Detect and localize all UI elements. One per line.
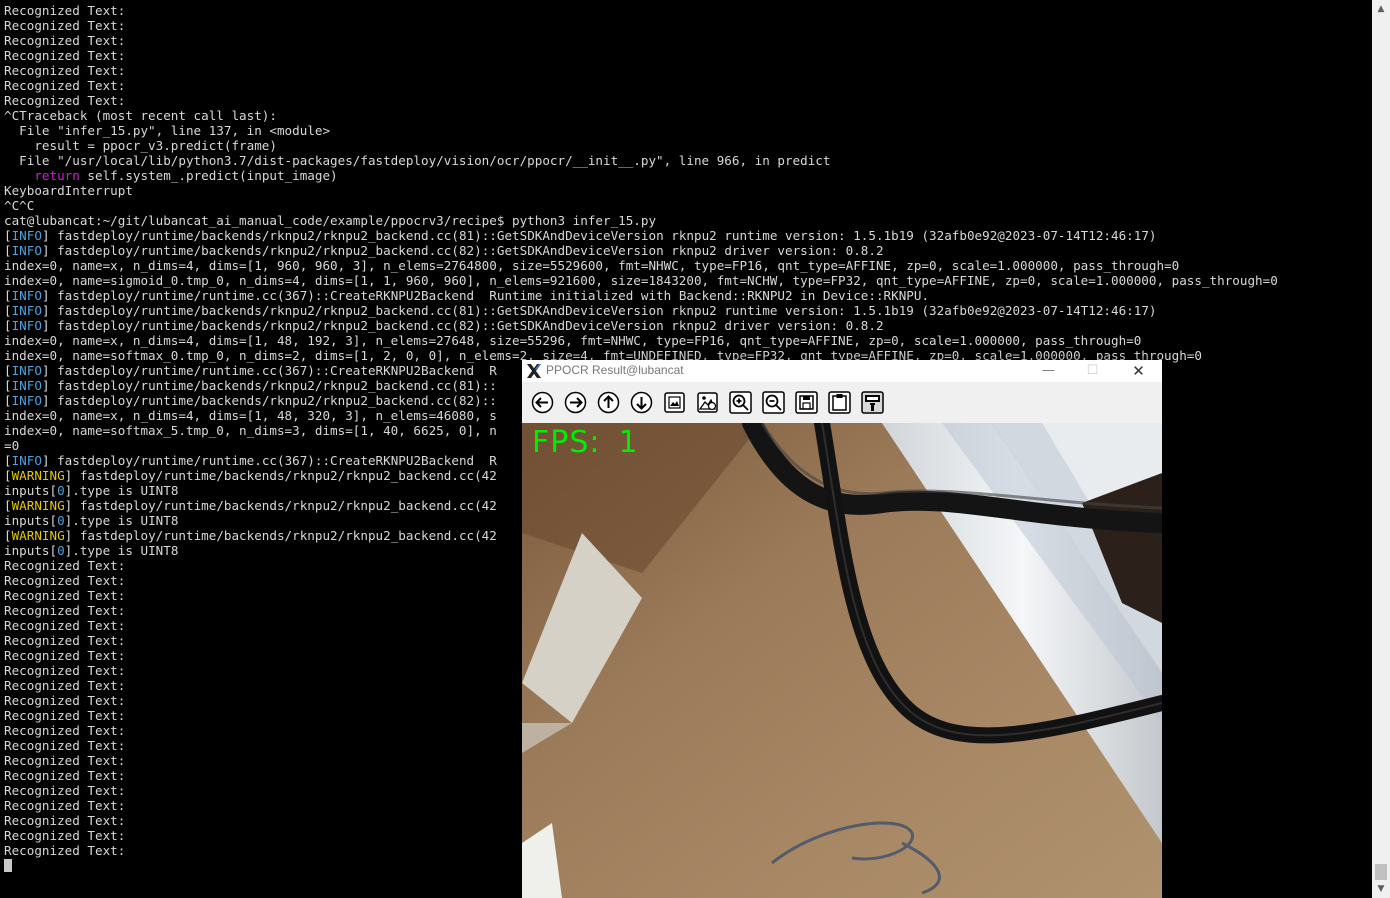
pan-left-button[interactable] <box>531 391 554 414</box>
terminal-line: ^CTraceback (most recent call last): <box>4 108 277 123</box>
clipboard-icon <box>828 391 851 414</box>
terminal-line: Recognized Text: <box>4 3 126 18</box>
terminal-line: [INFO] fastdeploy/runtime/backends/rknpu… <box>4 318 884 333</box>
minimize-button[interactable]: — <box>1026 360 1071 382</box>
properties-button[interactable] <box>861 391 884 414</box>
zoom-out-icon <box>762 391 785 414</box>
terminal-line: return self.system_.predict(input_image) <box>34 168 338 183</box>
scroll-up-icon[interactable]: ▲ <box>1372 0 1390 18</box>
save-icon <box>795 391 818 414</box>
camera-frame-drawing <box>522 423 1162 898</box>
arrow-up-icon <box>597 391 620 414</box>
zoom-original-button[interactable] <box>696 391 719 414</box>
terminal-line: index=0, name=x, n_dims=4, dims=[1, 960,… <box>4 258 1180 273</box>
save-image-button[interactable] <box>795 391 818 414</box>
fps-overlay: FPS: 1 <box>532 425 639 460</box>
zoom-fit-icon <box>664 392 685 413</box>
zoom-in-button[interactable] <box>729 391 752 414</box>
terminal-line: [INFO] fastdeploy/runtime/backends/rknpu… <box>4 243 884 258</box>
arrow-right-icon <box>564 391 587 414</box>
terminal-line: Recognized Text: <box>4 93 126 108</box>
maximize-button[interactable]: ☐ <box>1070 360 1115 382</box>
pan-down-button[interactable] <box>630 391 653 414</box>
terminal-line: Recognized Text: <box>4 33 126 48</box>
zoom-fit-button[interactable] <box>663 391 686 414</box>
terminal-line: [INFO] fastdeploy/runtime/runtime.cc(367… <box>4 288 930 303</box>
terminal-line: ^C^C <box>4 198 35 213</box>
ppocr-result-window[interactable]: PPOCR Result@lubancat — ☐ ✕ FPS: 1 <box>522 360 1162 898</box>
terminal-line: cat@lubancat:~/git/lubancat_ai_manual_co… <box>4 213 657 228</box>
zoom-out-button[interactable] <box>762 391 785 414</box>
terminal-scrollbar[interactable]: ▲ ▼ <box>1372 0 1390 898</box>
properties-icon <box>861 391 884 414</box>
camera-frame-image: FPS: 1 <box>522 423 1162 898</box>
window-titlebar[interactable]: PPOCR Result@lubancat — ☐ ✕ <box>522 360 1162 382</box>
close-button[interactable]: ✕ <box>1116 360 1161 382</box>
terminal-line: [INFO] fastdeploy/runtime/backends/rknpu… <box>4 303 1157 318</box>
fps-label: FPS: <box>532 425 601 460</box>
x11-app-icon <box>527 364 541 378</box>
terminal-line: Recognized Text: <box>4 63 126 78</box>
terminal-line: KeyboardInterrupt <box>4 183 133 198</box>
terminal-line: Recognized Text: <box>4 48 126 63</box>
arrow-down-icon <box>630 391 653 414</box>
terminal-line: [INFO] fastdeploy/runtime/backends/rknpu… <box>4 228 1157 243</box>
terminal-line: Recognized Text: <box>4 78 126 93</box>
arrow-left-icon <box>531 391 554 414</box>
terminal-line: result = ppocr_v3.predict(frame) <box>4 138 277 153</box>
pan-up-button[interactable] <box>597 391 620 414</box>
window-title: PPOCR Result@lubancat <box>546 363 684 377</box>
copy-clipboard-button[interactable] <box>828 391 851 414</box>
terminal-line: File "infer_15.py", line 137, in <module… <box>4 123 331 138</box>
scroll-down-icon[interactable]: ▼ <box>1372 880 1390 898</box>
scroll-thumb[interactable] <box>1375 864 1387 880</box>
terminal-line: Recognized Text: <box>4 18 126 33</box>
viewer-toolbar <box>522 382 1162 423</box>
fps-value: 1 <box>618 425 639 460</box>
terminal-cursor <box>4 859 12 872</box>
terminal-line: File "/usr/local/lib/python3.7/dist-pack… <box>4 153 831 168</box>
zoom-in-icon <box>729 391 752 414</box>
terminal-line: index=0, name=sigmoid_0.tmp_0, n_dims=4,… <box>4 273 1278 288</box>
pan-right-button[interactable] <box>564 391 587 414</box>
zoom-original-icon <box>697 392 718 413</box>
terminal-line: index=0, name=x, n_dims=4, dims=[1, 48, … <box>4 333 1142 348</box>
